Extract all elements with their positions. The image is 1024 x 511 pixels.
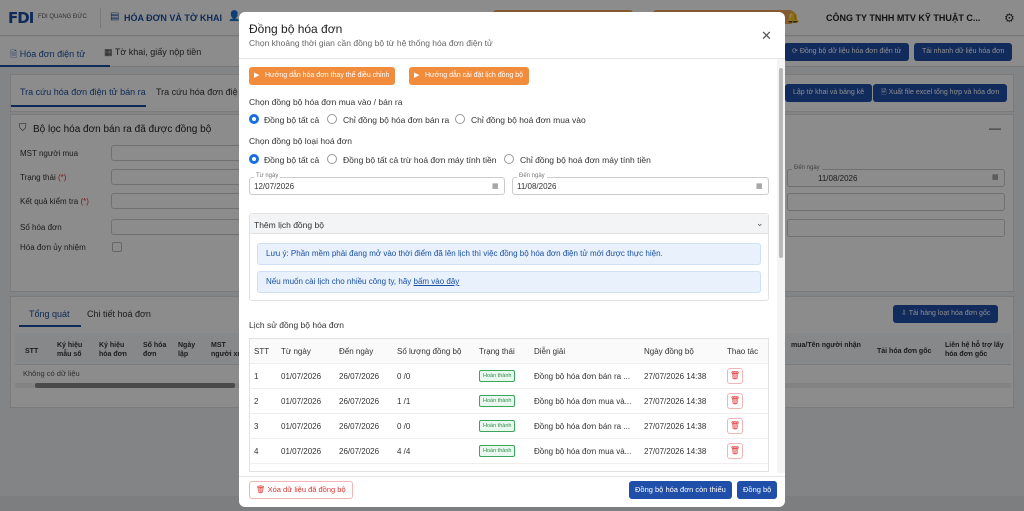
from-date-label: Từ ngày bbox=[254, 173, 281, 179]
history-table-header: STT Từ ngày Đến ngày Số lượng đồng bộ Tr… bbox=[250, 339, 768, 364]
status-badge: Hoàn thành bbox=[479, 420, 516, 432]
radio-type-all-label[interactable]: Đồng bộ tất cả bbox=[264, 155, 319, 165]
multi-company-note: Nếu muốn cài lịch cho nhiều công ty, hãy… bbox=[257, 271, 761, 293]
radio-direction-sales[interactable] bbox=[327, 114, 337, 124]
status-badge: Hoàn thành bbox=[479, 445, 516, 457]
history-title: Lịch sử đồng bộ hóa đơn bbox=[249, 320, 344, 330]
sync-button[interactable]: Đồng bộ bbox=[737, 481, 778, 499]
guide-replace-button[interactable]: ▶ Hướng dẫn hóa đơn thay thế điều chỉnh bbox=[249, 67, 396, 85]
from-date-field[interactable]: Từ ngày 12/07/2026 ▦ bbox=[249, 173, 505, 195]
to-date-label: Đến ngày bbox=[517, 173, 547, 179]
schedule-title: Thêm lịch đồng bộ bbox=[254, 220, 324, 230]
trash-icon[interactable]: 🗑 bbox=[727, 443, 743, 459]
modal-scrollbar-thumb[interactable] bbox=[779, 68, 783, 258]
radio-direction-purchase[interactable] bbox=[455, 114, 465, 124]
video-icon: ▶ bbox=[254, 72, 260, 79]
chevron-down-icon: ⌄ bbox=[756, 218, 764, 228]
radio-direction-sales-label[interactable]: Chỉ đồng bộ hóa đơn bán ra bbox=[343, 115, 449, 125]
calendar-icon[interactable]: ▦ bbox=[492, 182, 499, 190]
click-here-link[interactable]: bấm vào đây bbox=[414, 277, 460, 286]
to-date-value: 11/08/2026 bbox=[517, 182, 557, 191]
schedule-note: Lưu ý: Phần mềm phải đang mở vào thời đi… bbox=[257, 243, 761, 265]
table-row: 4 01/07/2026 26/07/2026 4 /4 Hoàn thành … bbox=[250, 439, 768, 464]
radio-type-except-pos[interactable] bbox=[327, 154, 337, 164]
direction-section-title: Chọn đồng bộ hóa đơn mua vào / bán ra bbox=[249, 97, 403, 107]
sync-missing-button[interactable]: Đồng bộ hóa đơn còn thiếu bbox=[629, 481, 732, 499]
trash-icon[interactable]: 🗑 bbox=[727, 418, 743, 434]
radio-type-except-pos-label[interactable]: Đồng bộ tất cả trừ hoá đơn máy tính tiền bbox=[343, 155, 497, 165]
video-icon: ▶ bbox=[414, 72, 420, 79]
radio-direction-all[interactable] bbox=[249, 114, 259, 124]
table-row: 1 01/07/2026 26/07/2026 0 /0 Hoàn thành … bbox=[250, 364, 768, 389]
from-date-value: 12/07/2026 bbox=[254, 182, 295, 191]
schedule-accordion: Thêm lịch đồng bộ ⌄ Lưu ý: Phần mềm phải… bbox=[249, 213, 769, 301]
trash-icon[interactable]: 🗑 bbox=[727, 393, 743, 409]
clear-synced-data-button[interactable]: 🗑 Xóa dữ liệu đã đồng bộ bbox=[249, 481, 353, 499]
radio-type-pos-label[interactable]: Chỉ đồng bộ hoá đơn máy tính tiền bbox=[520, 155, 651, 165]
radio-direction-all-label[interactable]: Đồng bộ tất cả bbox=[264, 115, 319, 125]
table-row: 2 01/07/2026 26/07/2026 1 /1 Hoàn thành … bbox=[250, 389, 768, 414]
divider bbox=[239, 476, 785, 477]
calendar-icon[interactable]: ▦ bbox=[756, 182, 763, 190]
radio-direction-purchase-label[interactable]: Chỉ đồng bộ hoá đơn mua vào bbox=[471, 115, 586, 125]
table-row: 3 01/07/2026 26/07/2026 0 /0 Hoàn thành … bbox=[250, 414, 768, 439]
radio-type-all[interactable] bbox=[249, 154, 259, 164]
close-icon[interactable]: ✕ bbox=[761, 28, 772, 44]
schedule-accordion-header[interactable]: Thêm lịch đồng bộ ⌄ bbox=[250, 214, 768, 234]
modal-subtitle: Chọn khoảng thời gian cần đồng bộ từ hệ … bbox=[249, 38, 493, 48]
divider bbox=[239, 58, 785, 59]
modal-title: Đồng bộ hóa đơn bbox=[249, 22, 343, 36]
to-date-field[interactable]: Đến ngày 11/08/2026 ▦ bbox=[512, 173, 769, 195]
history-table: STT Từ ngày Đến ngày Số lượng đồng bộ Tr… bbox=[249, 338, 769, 472]
sync-invoice-modal: Đồng bộ hóa đơn Chọn khoảng thời gian cầ… bbox=[239, 12, 785, 507]
radio-type-pos[interactable] bbox=[504, 154, 514, 164]
status-badge: Hoàn thành bbox=[479, 395, 516, 407]
table-row-partial bbox=[250, 464, 768, 471]
trash-icon[interactable]: 🗑 bbox=[727, 368, 743, 384]
type-section-title: Chọn đồng bộ loại hoá đơn bbox=[249, 136, 352, 146]
status-badge: Hoàn thành bbox=[479, 370, 516, 382]
guide-schedule-button[interactable]: ▶ Hướng dẫn cài đặt lịch đồng bộ bbox=[409, 67, 530, 85]
trash-icon: 🗑 bbox=[256, 485, 266, 494]
